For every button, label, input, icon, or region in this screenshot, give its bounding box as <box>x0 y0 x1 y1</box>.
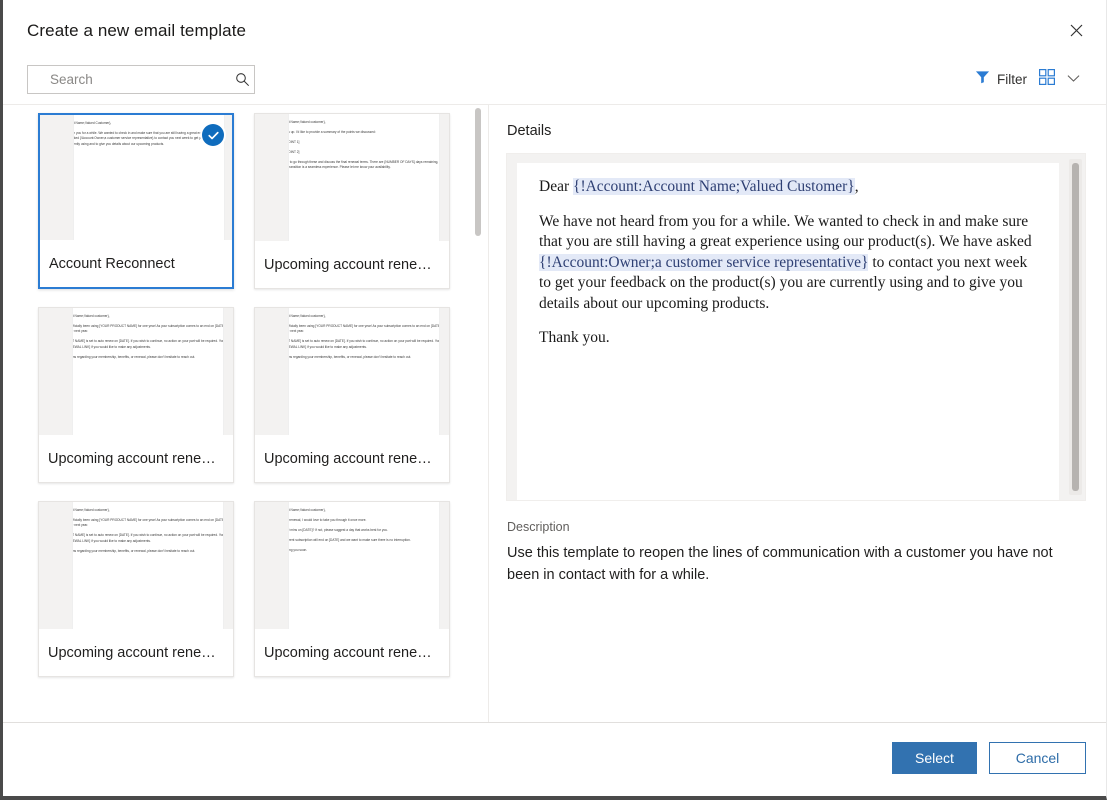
template-card[interactable]: Dear {!Account:Account Name;Valued Custo… <box>38 113 234 289</box>
preview-scrollbar[interactable] <box>1069 159 1082 495</box>
template-thumbnail-document: Dear {!Account:Account Name;Valued custo… <box>288 502 440 629</box>
template-thumbnail-document: Dear {!Account:Account Name;Valued custo… <box>288 308 440 435</box>
description-label: Description <box>507 520 570 534</box>
grid-view-icon <box>1039 69 1055 90</box>
filter-funnel-icon <box>975 70 990 89</box>
template-preview-frame: Dear {!Account:Account Name;Valued Custo… <box>506 153 1086 501</box>
search-input[interactable] <box>28 66 231 93</box>
template-thumbnail-text: Dear {!Account:Account Name;Valued Custo… <box>73 121 225 162</box>
close-button[interactable] <box>1058 13 1094 47</box>
preview-paragraph-3: Thank you. <box>539 328 1041 349</box>
template-thumbnail-text: Dear {!Account:Account Name;Valued custo… <box>288 314 440 364</box>
template-thumbnail-text: Dear {!Account:Account Name;Valued custo… <box>72 314 224 364</box>
preview-greeting: Dear {!Account:Account Name;Valued Custo… <box>539 177 1041 198</box>
template-card-preview: Dear {!Account:Account Name;Valued custo… <box>255 502 449 629</box>
template-card-label: Upcoming account renewa... <box>255 241 449 288</box>
close-icon <box>1070 24 1083 37</box>
template-card-name: Upcoming account renewa... <box>48 451 224 467</box>
command-bar: Filter <box>969 64 1088 94</box>
select-button[interactable]: Select <box>892 742 977 774</box>
template-card[interactable]: Dear {!Account:Account Name;Valued custo… <box>38 501 234 677</box>
filter-label: Filter <box>997 72 1027 87</box>
template-card-name: Upcoming account renewa... <box>264 451 440 467</box>
cancel-button[interactable]: Cancel <box>989 742 1086 774</box>
template-card-name: Upcoming account renewa... <box>48 645 224 661</box>
check-circle-icon <box>202 124 224 146</box>
template-card-preview: Dear {!Account:Account Name;Valued custo… <box>39 502 233 629</box>
template-card[interactable]: Dear {!Account:Account Name;Valued custo… <box>254 113 450 289</box>
para2-part1: We have not heard from you for a while. … <box>539 213 1032 251</box>
template-card-preview: Dear {!Account:Account Name;Valued custo… <box>39 308 233 435</box>
template-card-preview: Dear {!Account:Account Name;Valued custo… <box>255 114 449 241</box>
template-card-label: Account Reconnect <box>40 240 232 287</box>
preview-paragraph-2: We have not heard from you for a while. … <box>539 212 1041 315</box>
preview-scrollbar-thumb[interactable] <box>1072 163 1079 491</box>
template-grid: Dear {!Account:Account Name;Valued Custo… <box>3 105 488 677</box>
create-email-template-dialog: Create a new email template Filter <box>0 0 1107 800</box>
details-heading: Details <box>507 123 551 139</box>
template-card-preview: Dear {!Account:Account Name;Valued custo… <box>255 308 449 435</box>
template-card-label: Upcoming account renewa... <box>255 629 449 676</box>
template-card[interactable]: Dear {!Account:Account Name;Valued custo… <box>38 307 234 483</box>
search-box[interactable] <box>27 65 255 94</box>
template-card-label: Upcoming account renewa... <box>39 435 233 482</box>
template-thumbnail-document: Dear {!Account:Account Name;Valued custo… <box>288 114 440 241</box>
template-card-name: Upcoming account renewa... <box>264 645 440 661</box>
greeting-prefix: Dear <box>539 178 573 195</box>
template-list-scrollbar[interactable] <box>474 105 482 722</box>
account-owner-token: {!Account:Owner;a customer service repre… <box>539 254 868 271</box>
search-icon[interactable] <box>231 66 254 93</box>
account-name-token: {!Account:Account Name;Valued Customer} <box>573 178 855 195</box>
template-thumbnail-text: Dear {!Account:Account Name;Valued custo… <box>288 120 440 185</box>
chevron-down-icon <box>1067 70 1080 87</box>
template-card-name: Upcoming account renewa... <box>264 257 440 273</box>
template-thumbnail-document: Dear {!Account:Account Name;Valued custo… <box>72 502 224 629</box>
dialog-footer: Select Cancel <box>3 723 1106 796</box>
template-thumbnail-document: Dear {!Account:Account Name;Valued custo… <box>72 308 224 435</box>
template-list-pane: Dear {!Account:Account Name;Valued Custo… <box>3 105 488 722</box>
scrollbar-thumb[interactable] <box>475 108 481 236</box>
template-card[interactable]: Dear {!Account:Account Name;Valued custo… <box>254 501 450 677</box>
details-pane: Details Dear {!Account:Account Name;Valu… <box>489 105 1106 722</box>
template-card-name: Account Reconnect <box>49 256 223 272</box>
template-preview-document: Dear {!Account:Account Name;Valued Custo… <box>517 163 1059 500</box>
view-options-dropdown-button[interactable] <box>1061 67 1088 91</box>
greeting-suffix: , <box>855 178 859 195</box>
template-card-label: Upcoming account renewa... <box>39 629 233 676</box>
view-switcher-button[interactable] <box>1033 66 1061 93</box>
filter-button[interactable]: Filter <box>969 67 1033 92</box>
template-card-preview: Dear {!Account:Account Name;Valued Custo… <box>40 115 232 240</box>
template-thumbnail-text: Dear {!Account:Account Name;Valued custo… <box>72 508 224 558</box>
template-card-label: Upcoming account renewa... <box>255 435 449 482</box>
template-card[interactable]: Dear {!Account:Account Name;Valued custo… <box>254 307 450 483</box>
dialog-title: Create a new email template <box>27 19 246 43</box>
template-thumbnail-text: Dear {!Account:Account Name;Valued custo… <box>288 508 440 558</box>
description-text: Use this template to reopen the lines of… <box>507 542 1084 586</box>
